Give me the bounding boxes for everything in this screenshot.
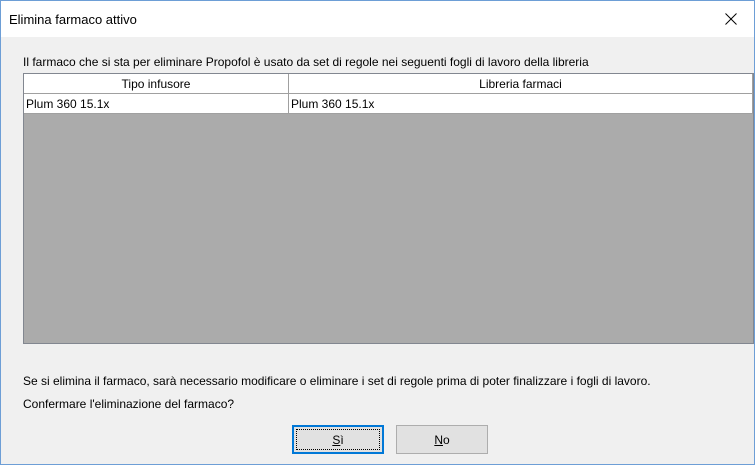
- table-header: Tipo infusore Libreria farmaci: [24, 74, 753, 94]
- confirmation-question: Confermare l'eliminazione del farmaco?: [23, 397, 235, 411]
- table-row[interactable]: Plum 360 15.1x Plum 360 15.1x: [24, 94, 753, 114]
- no-mnemonic: N: [434, 432, 443, 447]
- column-header-tipo-infusore[interactable]: Tipo infusore: [24, 74, 289, 94]
- no-button[interactable]: No: [396, 425, 488, 454]
- intro-message: Il farmaco che si sta per eliminare Prop…: [23, 55, 589, 69]
- yes-button[interactable]: Sì: [292, 425, 384, 454]
- table-cell-tipo-infusore[interactable]: Plum 360 15.1x: [24, 94, 289, 114]
- close-button[interactable]: [708, 1, 754, 37]
- focus-rectangle: [296, 429, 380, 450]
- worksheets-table[interactable]: Tipo infusore Libreria farmaci Plum 360 …: [23, 73, 754, 344]
- dialog-window: Elimina farmaco attivo Il farmaco che si…: [0, 0, 755, 465]
- no-button-label: No: [434, 433, 449, 447]
- warning-message: Se si elimina il farmaco, sarà necessari…: [23, 374, 651, 388]
- no-label-rest: o: [442, 432, 450, 447]
- dialog-title: Elimina farmaco attivo: [9, 12, 137, 27]
- table-cell-libreria-farmaci[interactable]: Plum 360 15.1x: [289, 94, 753, 114]
- column-header-libreria-farmaci[interactable]: Libreria farmaci: [289, 74, 753, 94]
- close-icon: [725, 13, 737, 25]
- title-bar: Elimina farmaco attivo: [1, 1, 754, 37]
- table-background: [24, 74, 753, 343]
